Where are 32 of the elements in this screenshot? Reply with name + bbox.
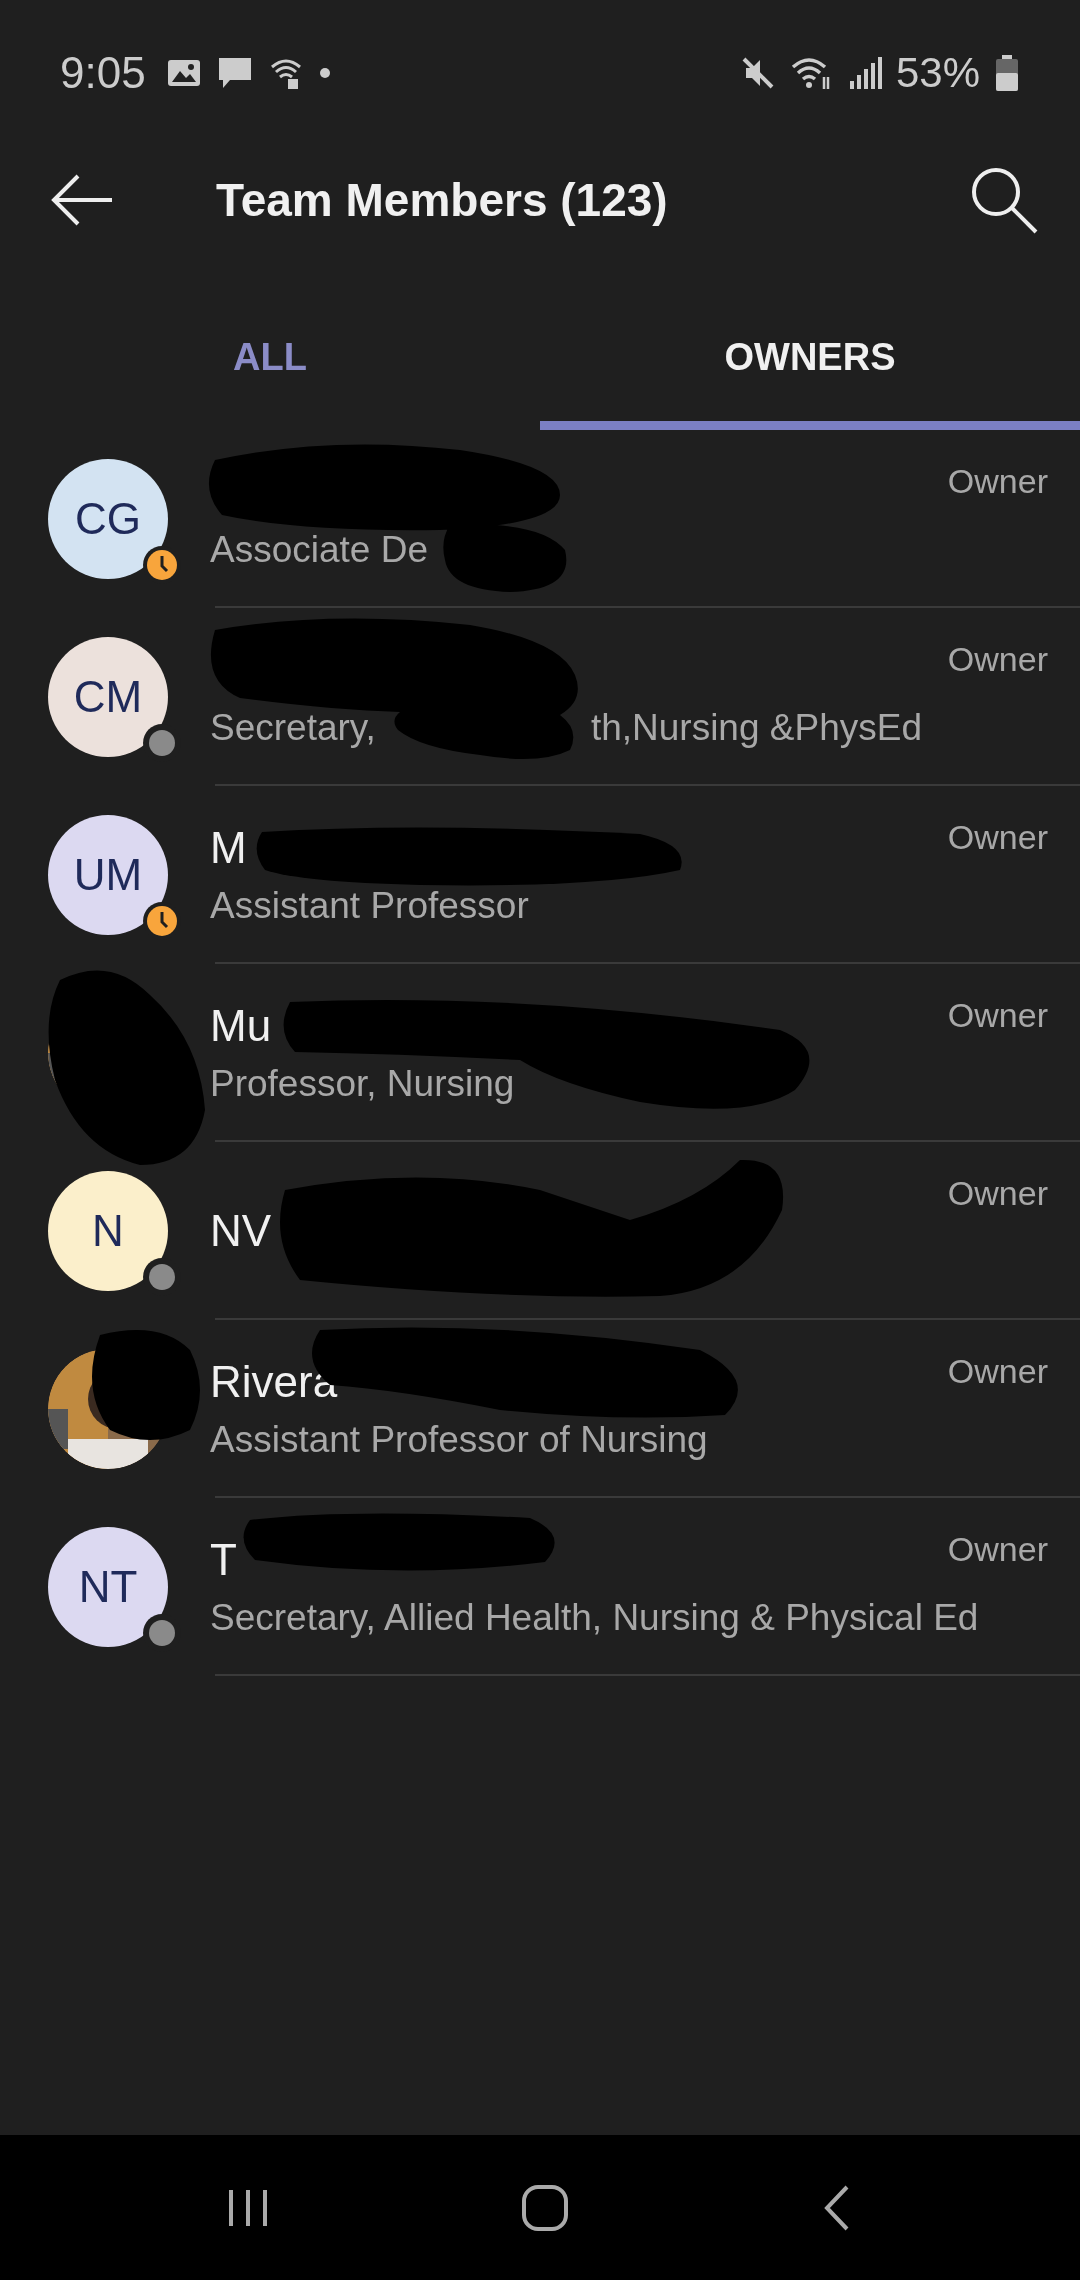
member-title: Assistant Professor of Nursing: [210, 1419, 708, 1461]
role-label: Owner: [947, 1174, 1048, 1213]
member-name: Mu: [210, 1001, 272, 1051]
role-label: Owner: [947, 996, 1048, 1035]
member-title: Associate De: [210, 529, 428, 571]
clock-time: 9:05: [60, 47, 146, 98]
member-title: th,Nursing &PhysEd: [590, 707, 922, 749]
member-name: NV: [210, 1206, 272, 1256]
battery-percentage: 53%: [895, 48, 980, 97]
role-label: Owner: [947, 818, 1048, 857]
avatar: UM: [48, 815, 168, 935]
avatar: NT: [48, 1527, 168, 1647]
role-label: Owner: [947, 1352, 1048, 1391]
battery-icon: [994, 52, 1020, 93]
member-title: Secretary,: [210, 707, 376, 749]
tab[interactable]: OWNERS: [540, 255, 1080, 430]
tab[interactable]: ALL: [0, 255, 540, 430]
avatar: CM: [48, 637, 168, 757]
role-label: Owner: [947, 1530, 1048, 1569]
member-title: Assistant Professor: [210, 885, 529, 927]
role-label: Owner: [947, 462, 1048, 501]
avatar: CG: [48, 459, 168, 579]
signal-icon: [847, 54, 882, 91]
avatar: N: [48, 1171, 168, 1291]
role-label: Owner: [947, 640, 1048, 679]
page-title: Team Members (123): [216, 173, 669, 227]
dot-icon: [317, 65, 332, 80]
member-name: M: [210, 823, 247, 873]
home-button[interactable]: [520, 2182, 570, 2233]
member-name: T: [210, 1535, 237, 1585]
member-title: Professor, Nursing: [210, 1063, 515, 1105]
member-title: Secretary, Allied Health, Nursing & Physical Ed: [210, 1597, 979, 1639]
